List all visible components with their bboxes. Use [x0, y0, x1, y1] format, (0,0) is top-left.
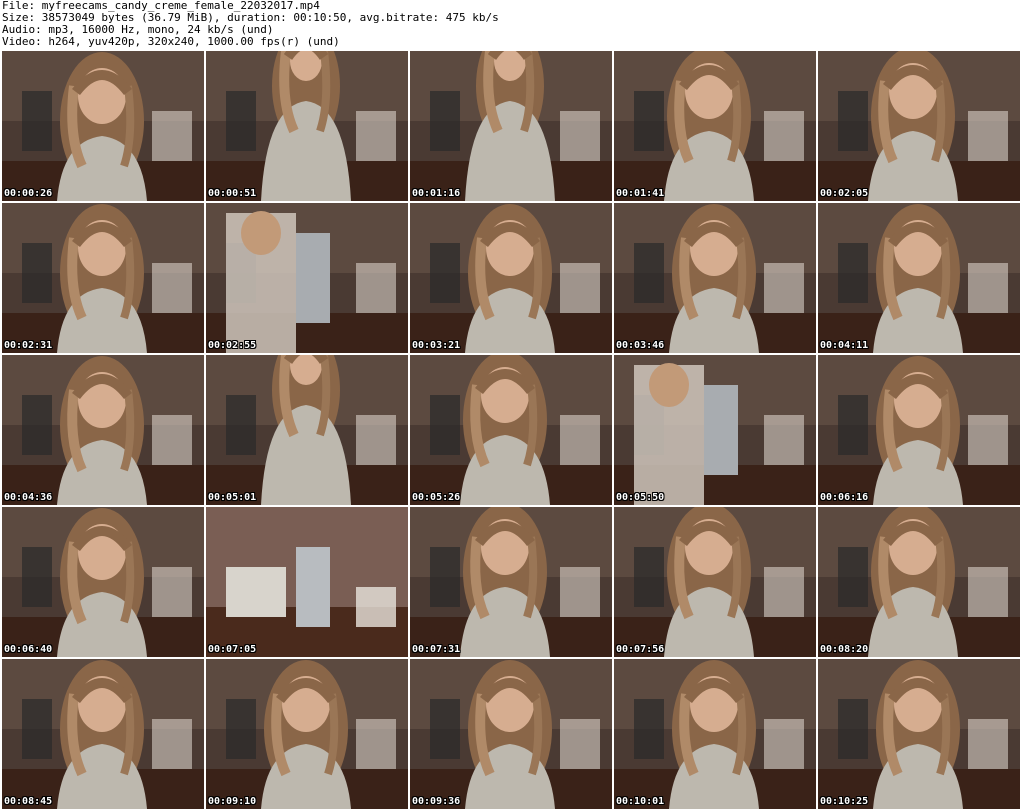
- thumbnail-timestamp: 00:03:46: [616, 340, 665, 351]
- thumbnail-timestamp: 00:03:21: [412, 340, 461, 351]
- video-thumbnail: 00:06:40: [2, 507, 204, 657]
- video-thumbnail: 00:00:51: [206, 51, 408, 201]
- thumbnail-frame-image: [818, 659, 1020, 809]
- thumbnail-frame-image: [818, 51, 1020, 201]
- thumbnail-frame-image: [818, 203, 1020, 353]
- video-thumbnail: 00:08:45: [2, 659, 204, 809]
- file-size-line: Size: 38573049 bytes (36.79 MiB), durati…: [2, 12, 499, 24]
- thumbnail-timestamp: 00:01:16: [412, 188, 461, 199]
- video-thumbnail: 00:04:36: [2, 355, 204, 505]
- video-thumbnail: 00:10:01: [614, 659, 816, 809]
- file-info-header: File: myfreecams_candy_creme_female_2203…: [2, 0, 1022, 50]
- file-name-line: File: myfreecams_candy_creme_female_2203…: [2, 0, 320, 12]
- video-thumbnail: 00:05:01: [206, 355, 408, 505]
- thumbnail-frame-image: [206, 659, 408, 809]
- thumbnail-frame-image: [410, 203, 612, 353]
- video-thumbnail: 00:09:36: [410, 659, 612, 809]
- thumbnail-timestamp: 00:10:25: [820, 796, 869, 807]
- thumbnail-timestamp: 00:05:01: [208, 492, 257, 503]
- thumbnail-timestamp: 00:01:41: [616, 188, 665, 199]
- thumbnail-timestamp: 00:05:50: [616, 492, 665, 503]
- video-thumbnail: 00:02:05: [818, 51, 1020, 201]
- video-thumbnail: 00:08:20: [818, 507, 1020, 657]
- thumbnail-frame-image: [2, 507, 204, 657]
- thumbnail-frame-image: [2, 659, 204, 809]
- thumbnail-frame-image: [614, 659, 816, 809]
- thumbnail-frame-image: [206, 203, 408, 353]
- video-thumbnail: 00:10:25: [818, 659, 1020, 809]
- video-thumbnail: 00:07:56: [614, 507, 816, 657]
- thumbnail-timestamp: 00:02:31: [4, 340, 53, 351]
- thumbnail-frame-image: [2, 203, 204, 353]
- thumbnail-timestamp: 00:02:05: [820, 188, 869, 199]
- thumbnail-frame-image: [410, 659, 612, 809]
- thumbnail-frame-image: [206, 51, 408, 201]
- video-thumbnail: 00:04:11: [818, 203, 1020, 353]
- video-thumbnail: 00:01:41: [614, 51, 816, 201]
- video-thumbnail: 00:05:26: [410, 355, 612, 505]
- thumbnail-timestamp: 00:08:20: [820, 644, 869, 655]
- video-thumbnail: 00:02:31: [2, 203, 204, 353]
- thumbnail-frame-image: [614, 203, 816, 353]
- thumbnail-timestamp: 00:06:16: [820, 492, 869, 503]
- thumbnail-timestamp: 00:09:10: [208, 796, 257, 807]
- thumbnail-timestamp: 00:04:11: [820, 340, 869, 351]
- thumbnail-timestamp: 00:00:51: [208, 188, 257, 199]
- thumbnail-grid: 00:00:26 00:00:51 00:01:16 00:01:41 00:02:05…: [2, 51, 1022, 810]
- video-thumbnail: 00:03:21: [410, 203, 612, 353]
- thumbnail-frame-image: [614, 51, 816, 201]
- video-thumbnail: 00:07:31: [410, 507, 612, 657]
- thumbnail-timestamp: 00:07:56: [616, 644, 665, 655]
- thumbnail-timestamp: 00:09:36: [412, 796, 461, 807]
- video-thumbnail: 00:05:50: [614, 355, 816, 505]
- thumbnail-timestamp: 00:05:26: [412, 492, 461, 503]
- thumbnail-frame-image: [818, 355, 1020, 505]
- thumbnail-timestamp: 00:07:31: [412, 644, 461, 655]
- thumbnail-frame-image: [410, 51, 612, 201]
- thumbnail-frame-image: [2, 51, 204, 201]
- thumbnail-timestamp: 00:10:01: [616, 796, 665, 807]
- video-info-line: Video: h264, yuv420p, 320x240, 1000.00 f…: [2, 36, 340, 48]
- audio-info-line: Audio: mp3, 16000 Hz, mono, 24 kb/s (und…: [2, 24, 274, 36]
- video-thumbnail: 00:09:10: [206, 659, 408, 809]
- thumbnail-frame-image: [206, 355, 408, 505]
- video-thumbnail: 00:01:16: [410, 51, 612, 201]
- thumbnail-timestamp: 00:07:05: [208, 644, 257, 655]
- thumbnail-timestamp: 00:02:55: [208, 340, 257, 351]
- thumbnail-timestamp: 00:06:40: [4, 644, 53, 655]
- thumbnail-frame-image: [2, 355, 204, 505]
- video-thumbnail: 00:03:46: [614, 203, 816, 353]
- thumbnail-frame-image: [410, 507, 612, 657]
- thumbnail-frame-image: [614, 355, 816, 505]
- thumbnail-timestamp: 00:04:36: [4, 492, 53, 503]
- thumbnail-frame-image: [410, 355, 612, 505]
- thumbnail-timestamp: 00:00:26: [4, 188, 53, 199]
- video-thumbnail: 00:07:05: [206, 507, 408, 657]
- thumbnail-frame-image: [818, 507, 1020, 657]
- thumbnail-timestamp: 00:08:45: [4, 796, 53, 807]
- video-thumbnail: 00:00:26: [2, 51, 204, 201]
- video-thumbnail: 00:06:16: [818, 355, 1020, 505]
- video-thumbnail: 00:02:55: [206, 203, 408, 353]
- thumbnail-frame-image: [206, 507, 408, 657]
- thumbnail-frame-image: [614, 507, 816, 657]
